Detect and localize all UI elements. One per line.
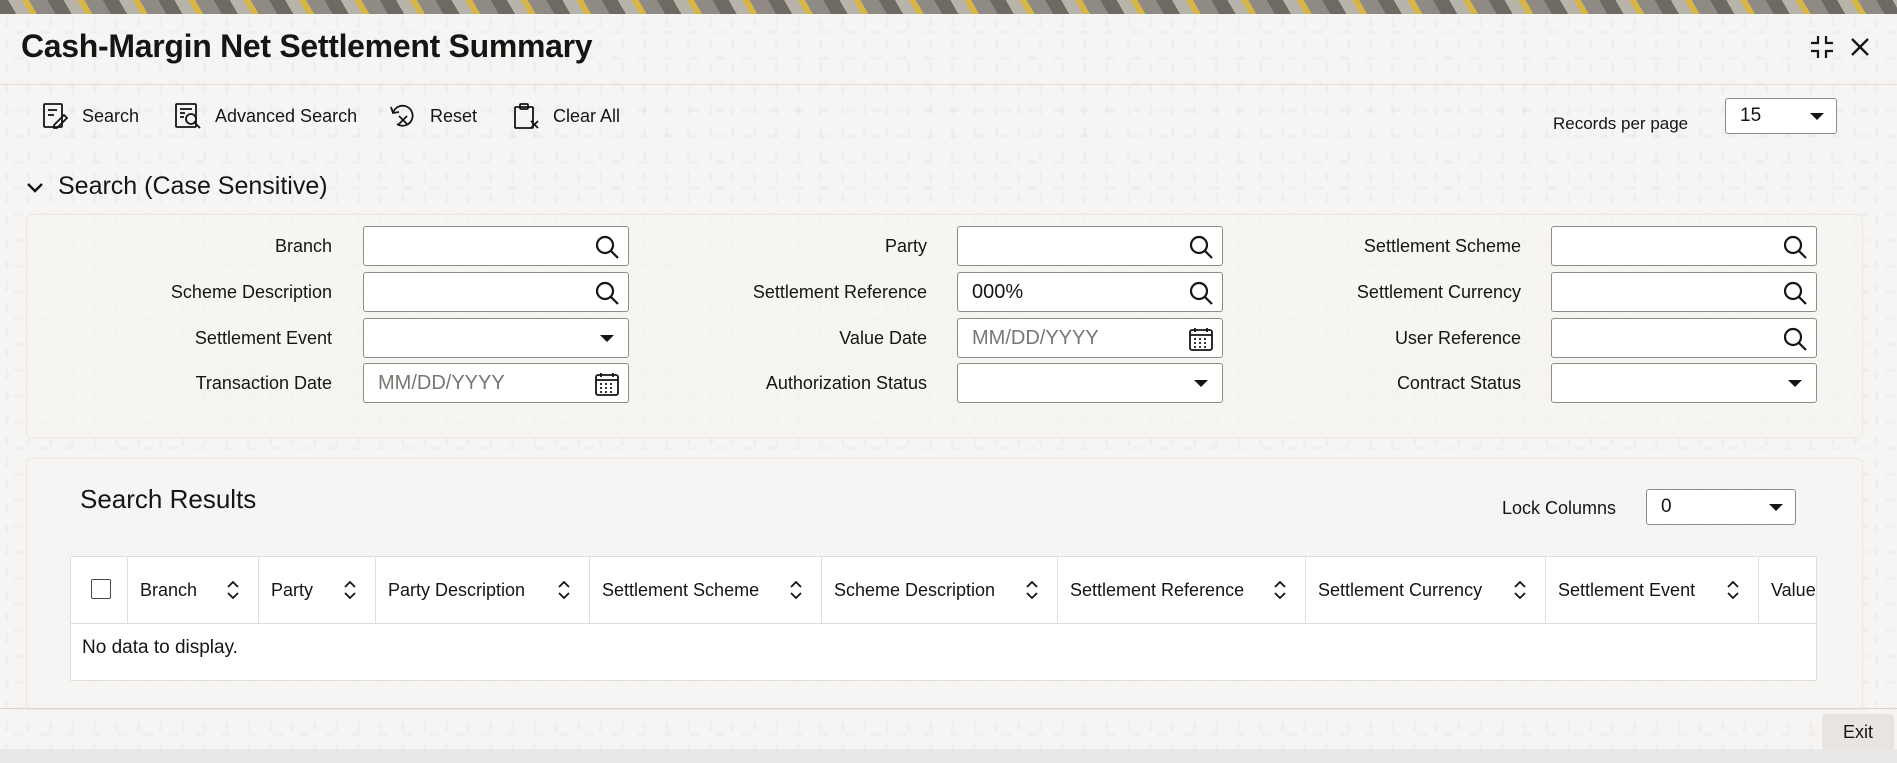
- column-header-label: Party: [271, 579, 314, 600]
- scheme-description-input[interactable]: [363, 272, 629, 312]
- column-header-label: Settlement Currency: [1318, 579, 1483, 600]
- advanced-search-button-label: Advanced Search: [215, 105, 358, 126]
- settlement-scheme-label: Settlement Scheme: [1363, 236, 1521, 256]
- sort-icon: [1727, 580, 1739, 600]
- column-header-label: Settlement Reference: [1070, 579, 1245, 600]
- column-header-settlement-currency[interactable]: Settlement Currency: [1306, 557, 1546, 623]
- sort-icon: [1026, 580, 1038, 600]
- search-icon[interactable]: [1782, 234, 1808, 260]
- contract-status-label: Contract Status: [1396, 373, 1521, 393]
- search-form-icon: [43, 103, 69, 129]
- column-header-settlement-scheme[interactable]: Settlement Scheme: [590, 557, 822, 623]
- column-header-label: Value: [1771, 579, 1816, 600]
- collapse-icon[interactable]: [1805, 30, 1839, 64]
- contract-status-select[interactable]: [1551, 363, 1817, 403]
- search-section-toggle[interactable]: Search (Case Sensitive): [24, 172, 328, 201]
- no-data-message: No data to display.: [82, 637, 238, 658]
- column-header-label: Party Description: [388, 579, 526, 600]
- sort-icon: [558, 580, 570, 600]
- branch-label: Branch: [274, 236, 332, 256]
- select-all-checkbox[interactable]: [91, 579, 111, 599]
- column-header-label: Scheme Description: [834, 579, 996, 600]
- page-title: Cash-Margin Net Settlement Summary: [21, 28, 593, 64]
- reset-icon: [390, 104, 414, 127]
- user-reference-input[interactable]: [1551, 318, 1817, 358]
- authorization-status-select[interactable]: [957, 363, 1223, 403]
- column-header-label: Settlement Event: [1558, 579, 1696, 600]
- search-button-label: Search: [82, 105, 140, 126]
- lock-columns-select[interactable]: 0: [1646, 489, 1796, 525]
- transaction-date-input[interactable]: MM/DD/YYYY: [363, 363, 629, 403]
- settlement-currency-input[interactable]: [1551, 272, 1817, 312]
- select-all-cell: [71, 557, 128, 623]
- column-header-party-description[interactable]: Party Description: [376, 557, 590, 623]
- close-icon[interactable]: [1843, 30, 1877, 64]
- column-header-value[interactable]: Value: [1759, 557, 1816, 623]
- dropdown-icon: [1788, 380, 1802, 387]
- records-per-page-label: Records per page: [1553, 114, 1689, 133]
- advanced-search-button[interactable]: Advanced Search: [173, 98, 357, 134]
- summary-window: Cash-Margin Net Settlement Summary Searc…: [0, 14, 1897, 750]
- sort-icon: [790, 580, 802, 600]
- party-label: Party: [884, 236, 927, 256]
- sort-icon: [1274, 580, 1286, 600]
- search-button[interactable]: Search: [40, 98, 139, 134]
- reset-button[interactable]: Reset: [388, 98, 477, 134]
- chevron-down-icon: [1769, 504, 1783, 511]
- lock-columns-value: 0: [1661, 496, 1672, 517]
- column-header-scheme-description[interactable]: Scheme Description: [822, 557, 1058, 623]
- scheme-description-label: Scheme Description: [170, 282, 332, 302]
- lock-columns-label: Lock Columns: [1502, 498, 1617, 518]
- settlement-reference-value: 000%: [972, 280, 1024, 303]
- branch-input[interactable]: [363, 226, 629, 266]
- search-results-title: Search Results: [80, 484, 257, 514]
- settlement-reference-input[interactable]: 000%: [957, 272, 1223, 312]
- column-header-settlement-event[interactable]: Settlement Event: [1546, 557, 1759, 623]
- settlement-scheme-input[interactable]: [1551, 226, 1817, 266]
- chevron-down-icon: [1810, 113, 1824, 120]
- settlement-event-label: Settlement Event: [194, 328, 332, 348]
- transaction-date-placeholder: MM/DD/YYYY: [378, 371, 505, 394]
- chevron-down-icon: [27, 182, 43, 193]
- value-date-placeholder: MM/DD/YYYY: [972, 326, 1099, 349]
- search-icon[interactable]: [1782, 326, 1808, 352]
- column-header-label: Branch: [140, 579, 198, 600]
- top-decorative-band: [0, 0, 1897, 14]
- table-header-row: Branch Party Party Description Settlemen…: [71, 557, 1816, 624]
- settlement-event-select[interactable]: [363, 318, 629, 358]
- clear-all-icon: [514, 103, 539, 129]
- transaction-date-label: Transaction Date: [195, 373, 332, 393]
- value-date-input[interactable]: MM/DD/YYYY: [957, 318, 1223, 358]
- bottom-status-band: [0, 749, 1897, 763]
- column-header-party[interactable]: Party: [259, 557, 376, 623]
- records-per-page-select[interactable]: 15: [1725, 98, 1837, 134]
- title-divider: [0, 84, 1897, 85]
- value-date-label: Value Date: [839, 328, 927, 348]
- search-section-title: Search (Case Sensitive): [58, 172, 328, 200]
- authorization-status-label: Authorization Status: [765, 373, 927, 393]
- records-per-page-value: 15: [1740, 105, 1762, 126]
- column-header-branch[interactable]: Branch: [128, 557, 259, 623]
- column-header-settlement-reference[interactable]: Settlement Reference: [1058, 557, 1306, 623]
- sort-icon: [344, 580, 356, 600]
- clear-all-button-label: Clear All: [553, 105, 621, 126]
- search-icon[interactable]: [1782, 280, 1808, 306]
- party-input[interactable]: [957, 226, 1223, 266]
- advanced-search-icon: [175, 103, 201, 129]
- settlement-reference-label: Settlement Reference: [752, 282, 927, 302]
- reset-button-label: Reset: [430, 105, 478, 126]
- exit-button[interactable]: Exit: [1822, 714, 1894, 750]
- sort-icon: [227, 580, 239, 600]
- footer-divider: [0, 708, 1897, 709]
- clear-all-button[interactable]: Clear All: [511, 98, 620, 134]
- settlement-currency-label: Settlement Currency: [1356, 282, 1521, 302]
- user-reference-label: User Reference: [1394, 328, 1521, 348]
- results-table: Branch Party Party Description Settlemen…: [70, 556, 1817, 681]
- column-header-label: Settlement Scheme: [602, 579, 760, 600]
- sort-icon: [1514, 580, 1526, 600]
